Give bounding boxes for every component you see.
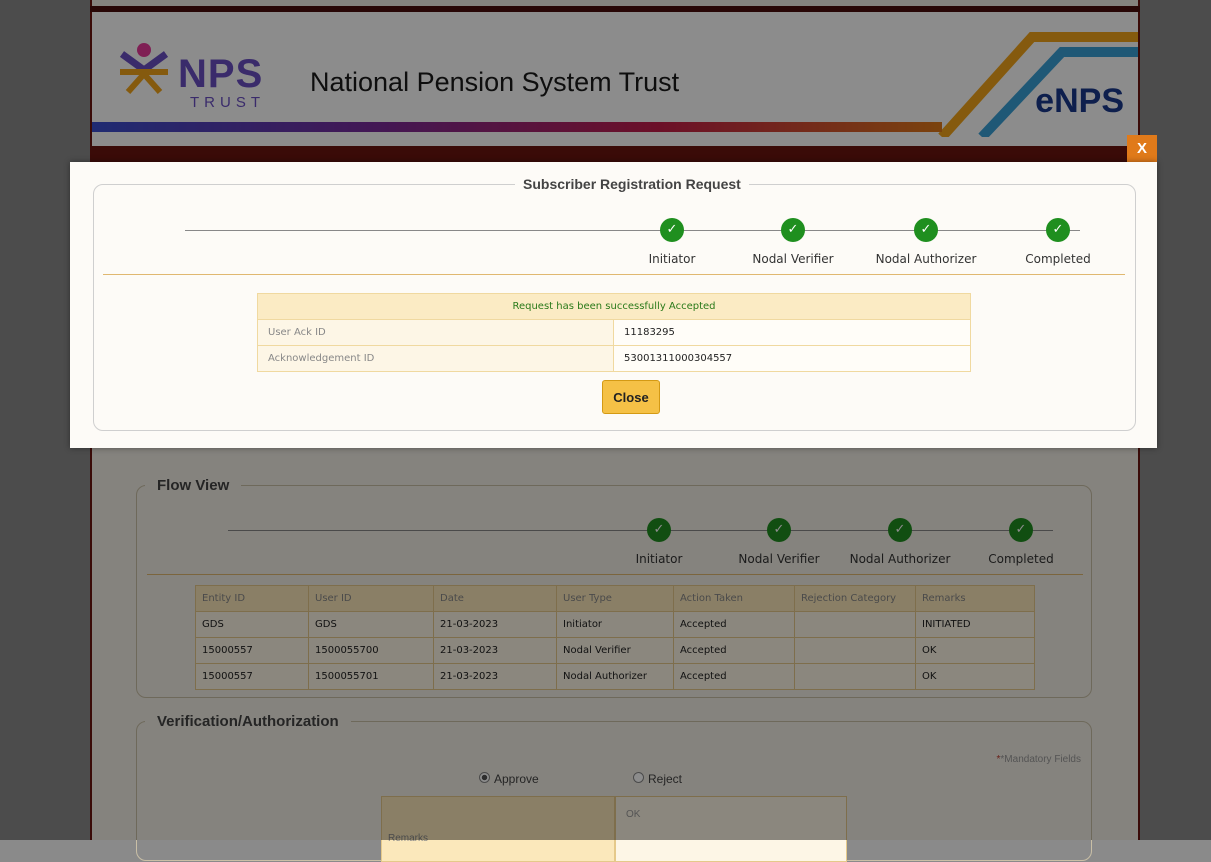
check-icon: ✓	[660, 218, 684, 242]
table-row: Acknowledgement ID 53001311000304557	[257, 345, 971, 372]
modal-step-completed: ✓ Completed	[998, 218, 1118, 266]
ack-message-row: Request has been successfully Accepted	[257, 293, 971, 320]
check-icon: ✓	[1046, 218, 1070, 242]
subscriber-registration-modal: Subscriber Registration Request ✓ Initia…	[70, 162, 1157, 448]
close-button[interactable]: Close	[602, 380, 660, 414]
check-icon: ✓	[914, 218, 938, 242]
modal-step-initiator: ✓ Initiator	[612, 218, 732, 266]
success-message: Request has been successfully Accepted	[257, 293, 971, 320]
modal-step-nodal-verifier: ✓ Nodal Verifier	[733, 218, 853, 266]
modal-step-nodal-authorizer: ✓ Nodal Authorizer	[866, 218, 986, 266]
acknowledgement-id-label: Acknowledgement ID	[257, 345, 614, 372]
modal-legend: Subscriber Registration Request	[515, 176, 749, 192]
user-ack-id-value: 11183295	[613, 319, 971, 346]
modal-close-x-button[interactable]: X	[1127, 135, 1157, 162]
ack-table: Request has been successfully Accepted U…	[257, 293, 971, 372]
check-icon: ✓	[781, 218, 805, 242]
acknowledgement-id-value: 53001311000304557	[613, 345, 971, 372]
user-ack-id-label: User Ack ID	[257, 319, 614, 346]
modal-divider	[103, 274, 1125, 275]
table-row: User Ack ID 11183295	[257, 319, 971, 346]
